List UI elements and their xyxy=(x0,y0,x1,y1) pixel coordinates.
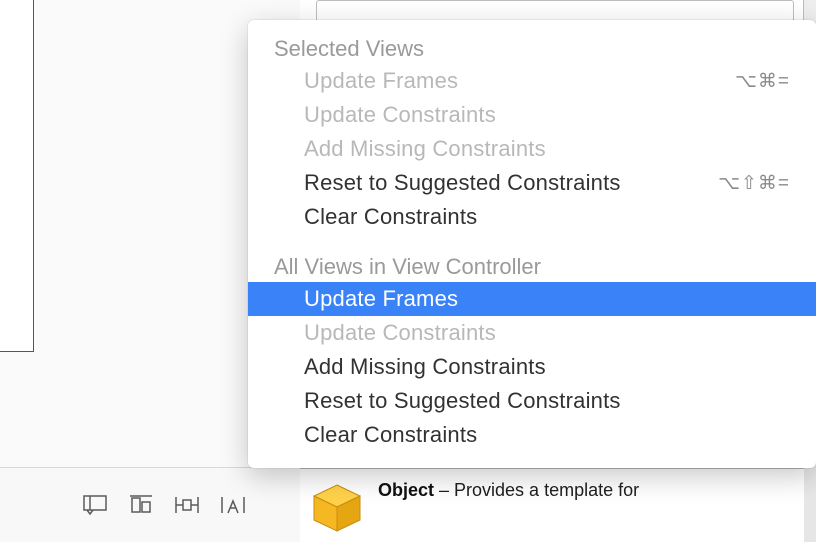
menu-item-add-missing-all[interactable]: Add Missing Constraints xyxy=(248,350,816,384)
menu-item-label: Clear Constraints xyxy=(304,422,477,448)
object-desc: – Provides a template for xyxy=(434,480,639,500)
menu-item-label: Update Frames xyxy=(304,286,458,312)
menu-item-add-missing-selected: Add Missing Constraints xyxy=(248,132,816,166)
menu-item-label: Update Constraints xyxy=(304,320,496,346)
menu-item-shortcut: ⌥⌘= xyxy=(735,70,790,93)
pin-button[interactable] xyxy=(170,491,204,519)
menu-divider xyxy=(248,234,816,252)
menu-item-clear-constraints-all[interactable]: Clear Constraints xyxy=(248,418,816,452)
menu-item-label: Reset to Suggested Constraints xyxy=(304,170,621,196)
menu-section-header-all: All Views in View Controller xyxy=(248,252,816,282)
menu-item-label: Update Frames xyxy=(304,68,458,94)
menu-item-shortcut: ⌥⇧⌘= xyxy=(718,172,790,195)
view-controller-frame[interactable] xyxy=(0,0,34,352)
menu-item-label: Add Missing Constraints xyxy=(304,354,546,380)
menu-item-update-constraints-all: Update Constraints xyxy=(248,316,816,350)
menu-item-label: Clear Constraints xyxy=(304,204,477,230)
object-cube-icon xyxy=(308,479,366,537)
object-title: Object xyxy=(378,480,434,500)
menu-section-header-selected: Selected Views xyxy=(248,34,816,64)
resolve-auto-layout-menu[interactable]: Selected Views Update Frames ⌥⌘= Update … xyxy=(248,20,816,468)
resolve-issues-button[interactable] xyxy=(216,491,250,519)
menu-item-update-frames-all[interactable]: Update Frames xyxy=(248,282,816,316)
menu-item-update-constraints-selected: Update Constraints xyxy=(248,98,816,132)
menu-item-update-frames-selected: Update Frames ⌥⌘= xyxy=(248,64,816,98)
menu-item-reset-suggested-all[interactable]: Reset to Suggested Constraints xyxy=(248,384,816,418)
embed-in-stack-button[interactable] xyxy=(78,491,112,519)
object-library-row[interactable]: Object – Provides a template for xyxy=(300,468,804,553)
menu-item-label: Add Missing Constraints xyxy=(304,136,546,162)
menu-item-clear-constraints-selected[interactable]: Clear Constraints xyxy=(248,200,816,234)
menu-item-label: Update Constraints xyxy=(304,102,496,128)
object-library-label: Object – Provides a template for xyxy=(378,479,639,502)
menu-item-label: Reset to Suggested Constraints xyxy=(304,388,621,414)
menu-item-reset-suggested-selected[interactable]: Reset to Suggested Constraints ⌥⇧⌘= xyxy=(248,166,816,200)
align-button[interactable] xyxy=(124,491,158,519)
